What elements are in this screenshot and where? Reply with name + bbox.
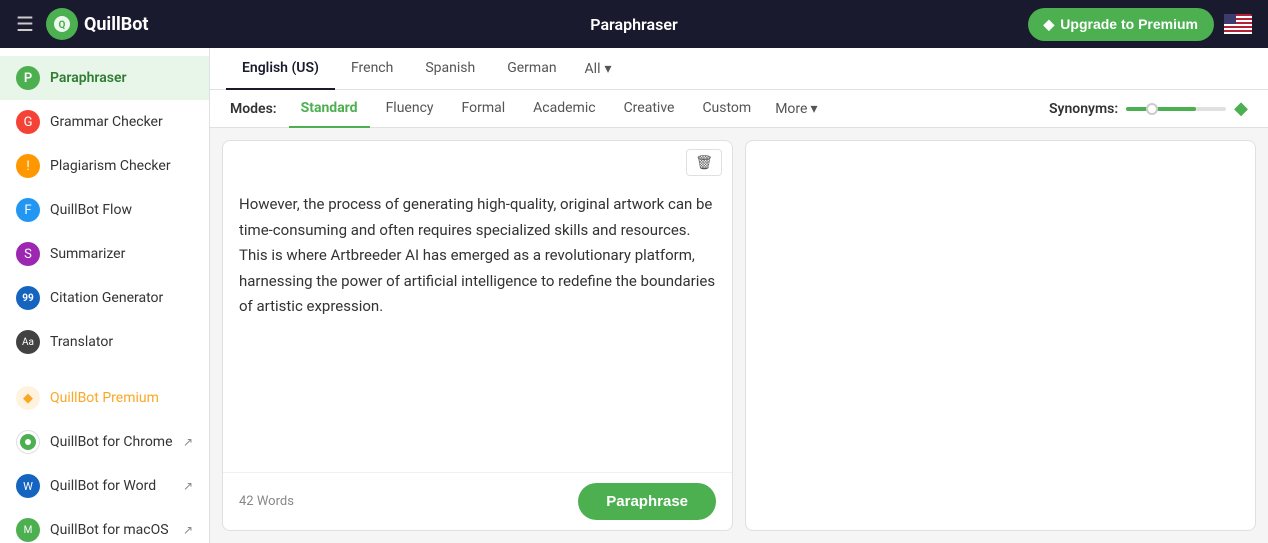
delete-button[interactable]: 🗑 — [686, 149, 722, 176]
sidebar-item-summarizer[interactable]: S Summarizer — [0, 232, 209, 276]
synonyms-label: Synonyms: — [1049, 101, 1118, 117]
lang-tab-german[interactable]: German — [491, 48, 572, 90]
summarizer-icon: S — [16, 242, 40, 266]
flag-icon[interactable] — [1224, 14, 1252, 34]
mode-more-dropdown[interactable]: More ▾ — [767, 91, 825, 127]
quillbot-svg: Q — [52, 14, 72, 34]
upgrade-button[interactable]: ◆ Upgrade to Premium — [1028, 8, 1214, 41]
sidebar-item-grammar[interactable]: G Grammar Checker — [0, 100, 209, 144]
upgrade-label: Upgrade to Premium — [1060, 16, 1198, 32]
grammar-icon: G — [16, 110, 40, 134]
lang-tab-spanish[interactable]: Spanish — [409, 48, 491, 90]
topbar-left: ☰ Q QuillBot — [16, 8, 148, 40]
external-link-word-icon: ↗ — [183, 479, 193, 493]
mode-tab-formal[interactable]: Formal — [450, 90, 518, 128]
sidebar-item-flow[interactable]: F QuillBot Flow — [0, 188, 209, 232]
slider-fill — [1126, 107, 1196, 111]
synonyms-diamond-icon: ◆ — [1234, 98, 1248, 119]
input-pane: 🗑 However, the process of generating hig… — [222, 140, 733, 531]
word-icon: W — [16, 474, 40, 498]
sidebar-item-translator[interactable]: Aa Translator — [0, 320, 209, 364]
lang-all-chevron: ▾ — [605, 61, 612, 77]
external-link-macos-icon: ↗ — [183, 523, 193, 537]
mode-tab-standard[interactable]: Standard — [289, 90, 370, 128]
topbar: ☰ Q QuillBot Paraphraser ◆ Upgrade to Pr… — [0, 0, 1268, 48]
svg-text:Q: Q — [58, 20, 65, 31]
mode-tab-fluency[interactable]: Fluency — [374, 90, 446, 128]
topbar-right: ◆ Upgrade to Premium — [1028, 8, 1252, 41]
output-pane — [745, 140, 1256, 531]
external-link-icon: ↗ — [183, 435, 193, 449]
mode-tab-custom[interactable]: Custom — [690, 90, 763, 128]
upgrade-diamond-icon: ◆ — [1044, 16, 1055, 33]
sidebar-label-chrome: QuillBot for Chrome — [50, 434, 173, 450]
plagiarism-icon: ! — [16, 154, 40, 178]
lang-all-label: All — [585, 61, 601, 77]
sidebar-item-word[interactable]: W QuillBot for Word ↗ — [0, 464, 209, 508]
citation-icon: 99 — [16, 286, 40, 310]
output-text — [746, 141, 1255, 530]
sidebar-label-premium: QuillBot Premium — [50, 390, 159, 406]
logo[interactable]: Q QuillBot — [46, 8, 149, 40]
paraphraser-icon: P — [16, 66, 40, 90]
sidebar-label-citation: Citation Generator — [50, 290, 163, 306]
slider-thumb — [1146, 103, 1158, 115]
sidebar-label-word: QuillBot for Word — [50, 478, 156, 494]
main-layout: P Paraphraser G Grammar Checker ! Plagia… — [0, 48, 1268, 543]
sidebar-item-macos[interactable]: M QuillBot for macOS ↗ — [0, 508, 209, 543]
sidebar-label-translator: Translator — [50, 334, 113, 350]
input-text[interactable]: However, the process of generating high-… — [223, 184, 732, 472]
sidebar-item-premium[interactable]: ◆ QuillBot Premium — [0, 376, 209, 420]
sidebar-label-flow: QuillBot Flow — [50, 202, 132, 218]
content-area: English (US) French Spanish German All ▾… — [210, 48, 1268, 543]
sidebar-label-paraphraser: Paraphraser — [50, 70, 127, 86]
lang-tab-english[interactable]: English (US) — [226, 48, 335, 90]
paraphrase-button[interactable]: Paraphrase — [578, 483, 716, 520]
macos-icon: M — [16, 518, 40, 542]
more-label: More — [775, 101, 807, 117]
lang-all-dropdown[interactable]: All ▾ — [573, 49, 624, 89]
synonyms-slider[interactable] — [1126, 107, 1226, 111]
sidebar-item-word-content: QuillBot for Word ↗ — [50, 478, 193, 494]
sidebar-item-plagiarism[interactable]: ! Plagiarism Checker — [0, 144, 209, 188]
us-flag-svg — [1224, 14, 1252, 34]
more-chevron: ▾ — [810, 101, 817, 117]
sidebar-item-chrome-content: QuillBot for Chrome ↗ — [50, 434, 193, 450]
logo-text: QuillBot — [84, 14, 149, 35]
sidebar-label-grammar: Grammar Checker — [50, 114, 163, 130]
lang-tab-french[interactable]: French — [335, 48, 409, 90]
chrome-icon — [16, 430, 40, 454]
sidebar-item-citation[interactable]: 99 Citation Generator — [0, 276, 209, 320]
mode-tab-academic[interactable]: Academic — [521, 90, 607, 128]
sidebar-label-macos: QuillBot for macOS — [50, 522, 169, 538]
language-tabs: English (US) French Spanish German All ▾ — [210, 48, 1268, 90]
topbar-title: Paraphraser — [590, 15, 677, 34]
word-count: 42 Words — [239, 494, 294, 509]
sidebar-label-summarizer: Summarizer — [50, 246, 125, 262]
logo-icon: Q — [46, 8, 78, 40]
editor-area: 🗑 However, the process of generating hig… — [210, 128, 1268, 543]
premium-icon: ◆ — [16, 386, 40, 410]
synonyms-area: Synonyms: ◆ — [1041, 98, 1256, 119]
input-footer: 42 Words Paraphrase — [223, 472, 732, 530]
sidebar: P Paraphraser G Grammar Checker ! Plagia… — [0, 48, 210, 543]
input-toolbar: 🗑 — [223, 141, 732, 184]
mode-bar: Modes: Standard Fluency Formal Academic … — [210, 90, 1268, 128]
sidebar-label-plagiarism: Plagiarism Checker — [50, 158, 171, 174]
modes-label: Modes: — [222, 91, 285, 127]
sidebar-item-macos-content: QuillBot for macOS ↗ — [50, 522, 193, 538]
sidebar-item-chrome[interactable]: QuillBot for Chrome ↗ — [0, 420, 209, 464]
sidebar-item-paraphraser[interactable]: P Paraphraser — [0, 56, 209, 100]
hamburger-icon[interactable]: ☰ — [16, 12, 34, 36]
flow-icon: F — [16, 198, 40, 222]
translator-icon: Aa — [16, 330, 40, 354]
mode-tab-creative[interactable]: Creative — [612, 90, 687, 128]
